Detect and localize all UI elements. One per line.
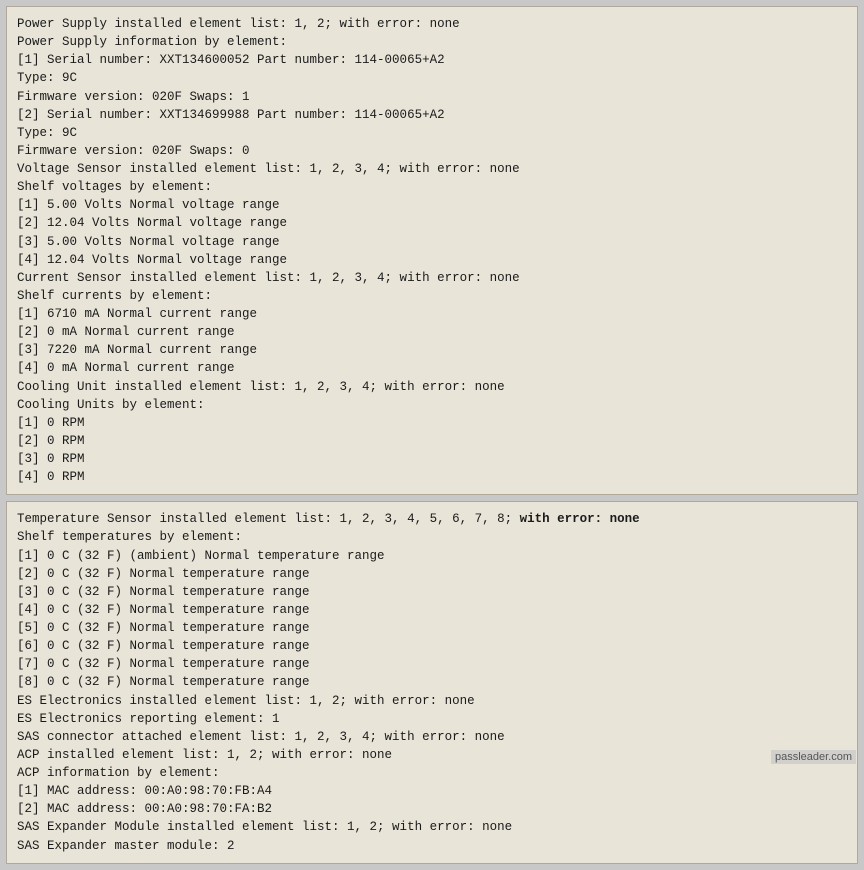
line: Temperature Sensor installed element lis… xyxy=(17,510,847,528)
line: [3] 5.00 Volts Normal voltage range xyxy=(17,233,847,251)
line: [1] 0 RPM xyxy=(17,414,847,432)
line: [3] 0 C (32 F) Normal temperature range xyxy=(17,583,847,601)
line: [4] 0 RPM xyxy=(17,468,847,486)
line: [1] 6710 mA Normal current range xyxy=(17,305,847,323)
line: [4] 12.04 Volts Normal voltage range xyxy=(17,251,847,269)
line: Voltage Sensor installed element list: 1… xyxy=(17,160,847,178)
line: [1] 5.00 Volts Normal voltage range xyxy=(17,196,847,214)
panel2-text: Temperature Sensor installed element lis… xyxy=(17,510,847,854)
line: [2] 0 mA Normal current range xyxy=(17,323,847,341)
line: Type: 9C xyxy=(17,69,847,87)
line: Shelf voltages by element: xyxy=(17,178,847,196)
line: Firmware version: 020F Swaps: 1 xyxy=(17,88,847,106)
line: SAS connector attached element list: 1, … xyxy=(17,728,847,746)
panel1-text: Power Supply installed element list: 1, … xyxy=(17,15,847,486)
panel-bottom: Temperature Sensor installed element lis… xyxy=(6,501,858,863)
line: [5] 0 C (32 F) Normal temperature range xyxy=(17,619,847,637)
line: [4] 0 mA Normal current range xyxy=(17,359,847,377)
panel-top: Power Supply installed element list: 1, … xyxy=(6,6,858,495)
line: ACP installed element list: 1, 2; with e… xyxy=(17,746,847,764)
line: Shelf currents by element: xyxy=(17,287,847,305)
line: [2] 12.04 Volts Normal voltage range xyxy=(17,214,847,232)
line: ACP information by element: xyxy=(17,764,847,782)
line: Power Supply installed element list: 1, … xyxy=(17,15,847,33)
line: [3] 0 RPM xyxy=(17,450,847,468)
line: Cooling Unit installed element list: 1, … xyxy=(17,378,847,396)
watermark: passleader.com xyxy=(771,750,856,764)
line: Cooling Units by element: xyxy=(17,396,847,414)
line: ES Electronics reporting element: 1 xyxy=(17,710,847,728)
line: [2] MAC address: 00:A0:98:70:FA:B2 xyxy=(17,800,847,818)
line: [2] 0 C (32 F) Normal temperature range xyxy=(17,565,847,583)
line: [7] 0 C (32 F) Normal temperature range xyxy=(17,655,847,673)
line: [2] Serial number: XXT134699988 Part num… xyxy=(17,106,847,124)
line: Current Sensor installed element list: 1… xyxy=(17,269,847,287)
line: SAS Expander master module: 2 xyxy=(17,837,847,855)
line: [8] 0 C (32 F) Normal temperature range xyxy=(17,673,847,691)
line: Firmware version: 020F Swaps: 0 xyxy=(17,142,847,160)
line: [3] 7220 mA Normal current range xyxy=(17,341,847,359)
line: [4] 0 C (32 F) Normal temperature range xyxy=(17,601,847,619)
line: SAS Expander Module installed element li… xyxy=(17,818,847,836)
line: [6] 0 C (32 F) Normal temperature range xyxy=(17,637,847,655)
line: [1] Serial number: XXT134600052 Part num… xyxy=(17,51,847,69)
line: Power Supply information by element: xyxy=(17,33,847,51)
line: [1] MAC address: 00:A0:98:70:FB:A4 xyxy=(17,782,847,800)
line: Type: 9C xyxy=(17,124,847,142)
line: [2] 0 RPM xyxy=(17,432,847,450)
line: [1] 0 C (32 F) (ambient) Normal temperat… xyxy=(17,547,847,565)
line: Shelf temperatures by element: xyxy=(17,528,847,546)
line: ES Electronics installed element list: 1… xyxy=(17,692,847,710)
